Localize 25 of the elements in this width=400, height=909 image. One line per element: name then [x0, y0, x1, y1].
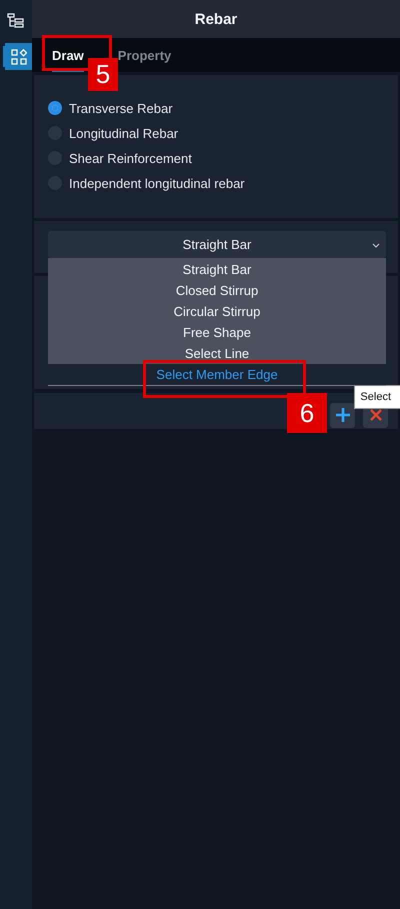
tree-icon[interactable]	[7, 13, 25, 29]
close-icon	[368, 408, 382, 422]
radio-label[interactable]: Transverse Rebar	[69, 100, 173, 116]
plus-icon	[334, 407, 350, 423]
chevron-icon	[372, 243, 380, 248]
dropdown-option[interactable]: Closed Stirrup	[48, 280, 386, 301]
dropdown-option[interactable]: Circular Stirrup	[48, 301, 386, 322]
tooltip: Select	[354, 385, 400, 409]
radio-label[interactable]: Longitudinal Rebar	[69, 126, 178, 140]
dropdown-option[interactable]: Select Line	[48, 343, 386, 364]
dropdown-option[interactable]: Select Member Edge	[48, 364, 386, 385]
step-badge: 5	[88, 58, 118, 91]
radio-label[interactable]: Shear Reinforcement	[69, 150, 192, 166]
grid-icon	[10, 48, 26, 64]
dropdown-option[interactable]: Straight Bar	[48, 259, 386, 280]
step-badge: 6	[287, 393, 327, 433]
radio-button[interactable]	[48, 101, 62, 115]
panel-title: Rebar	[32, 0, 400, 38]
tab[interactable]: Property	[118, 48, 172, 72]
components-tab[interactable]	[5, 43, 32, 70]
add-button[interactable]	[330, 402, 355, 428]
radio-label[interactable]: Independent longitudinal rebar	[69, 176, 245, 190]
tab[interactable]: Draw	[52, 48, 84, 72]
shape-dropdown[interactable]: Straight Bar	[48, 231, 386, 258]
dropdown-option[interactable]: Free Shape	[48, 322, 386, 343]
